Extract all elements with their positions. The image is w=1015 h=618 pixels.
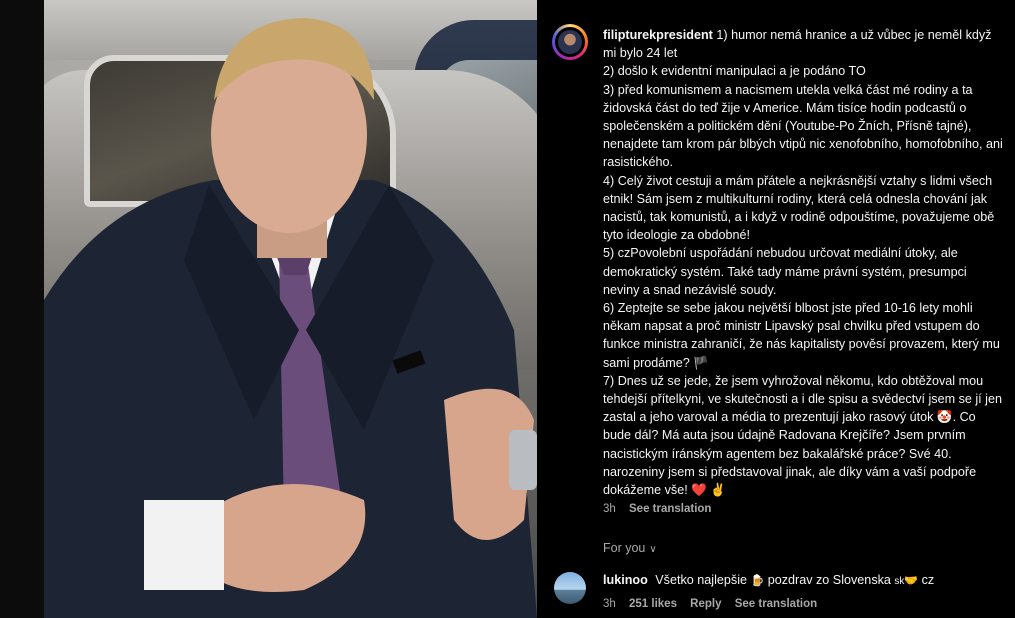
- caption-text: 1) humor nemá hranice a už vůbec je nemě…: [603, 28, 1003, 498]
- post-image[interactable]: [44, 0, 537, 618]
- beer-emoji: 🍺: [750, 574, 765, 587]
- comment-text-end: cz: [921, 573, 935, 587]
- post-time: 3h: [603, 503, 616, 515]
- handshake-emoji: 🤝: [904, 574, 919, 587]
- man-in-suit: [44, 18, 537, 618]
- comment-text-middle: pozdrav zo Slovenska: [767, 573, 891, 587]
- post-meta: 3h See translation: [603, 503, 721, 515]
- comment-item: lukinoo Všetko najlepšie 🍺 pozdrav zo Sl…: [603, 573, 934, 587]
- comment-text-start: Všetko najlepšie: [655, 573, 747, 587]
- post-caption: filipturekpresident 1) humor nemá hranic…: [603, 26, 1003, 499]
- author-avatar[interactable]: [552, 24, 588, 60]
- comment-meta: 3h 251 likes Reply See translation: [603, 598, 827, 610]
- comments-sort-dropdown[interactable]: For you ∨: [603, 541, 657, 555]
- author-username[interactable]: filipturekpresident: [603, 28, 713, 42]
- sort-label: For you: [603, 541, 646, 555]
- left-margin: [0, 0, 44, 618]
- flag-sk: sk: [894, 576, 905, 587]
- comment-time: 3h: [603, 598, 616, 610]
- commenter-avatar[interactable]: [554, 572, 586, 604]
- chevron-down-icon: ∨: [649, 544, 657, 555]
- see-translation-button[interactable]: See translation: [629, 503, 711, 515]
- reply-button[interactable]: Reply: [690, 598, 721, 610]
- comment-see-translation-button[interactable]: See translation: [735, 598, 817, 610]
- comment-likes[interactable]: 251 likes: [629, 598, 677, 610]
- commenter-username[interactable]: lukinoo: [603, 573, 648, 587]
